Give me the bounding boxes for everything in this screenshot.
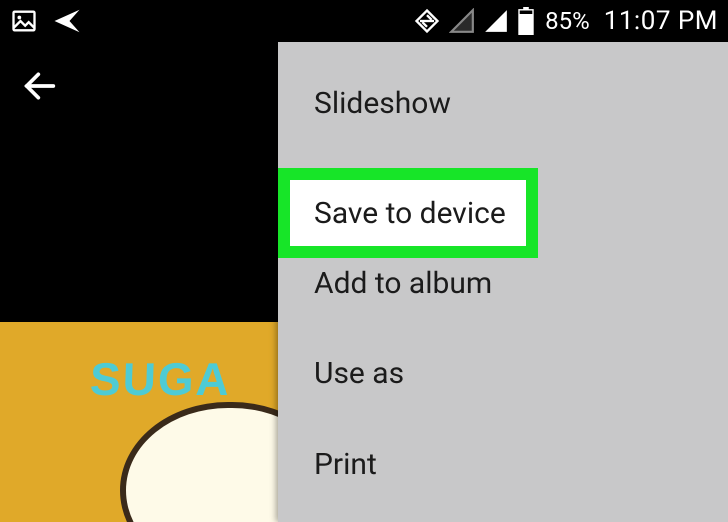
battery-icon [517, 7, 535, 35]
back-arrow-icon[interactable] [20, 66, 60, 110]
wifi-icon [413, 7, 441, 35]
battery-percentage: 85% [545, 7, 590, 35]
status-right: 85% 11:07 PM [413, 6, 718, 36]
clock: 11:07 PM [604, 6, 718, 36]
photo-preview: SUGA [0, 322, 300, 522]
photo-shape [120, 402, 300, 522]
menu-item-label: Use as [314, 356, 404, 391]
cell-signal-full-icon [483, 8, 509, 34]
overflow-menu: Slideshow Save to device Add to album Us… [278, 42, 728, 522]
menu-item-label: Slideshow [314, 86, 451, 121]
app-area: SUGA Slideshow Save to device Add to alb… [0, 42, 728, 522]
photo-text: SUGA [89, 352, 232, 406]
menu-item-use-as[interactable]: Use as [278, 328, 728, 418]
menu-item-slideshow[interactable]: Slideshow [278, 58, 728, 148]
menu-item-label: Save to device [314, 196, 506, 231]
send-notification-icon [52, 6, 82, 36]
menu-item-print[interactable]: Print [278, 418, 728, 488]
image-notification-icon [10, 7, 38, 35]
menu-item-label: Print [314, 447, 377, 482]
status-left [10, 6, 82, 36]
screen: 85% 11:07 PM SUGA Slideshow Save to devi… [0, 0, 728, 522]
menu-item-save-to-device[interactable]: Save to device [278, 168, 538, 258]
status-bar: 85% 11:07 PM [0, 0, 728, 42]
menu-item-label: Add to album [314, 266, 492, 301]
cell-signal-empty-icon [449, 8, 475, 34]
